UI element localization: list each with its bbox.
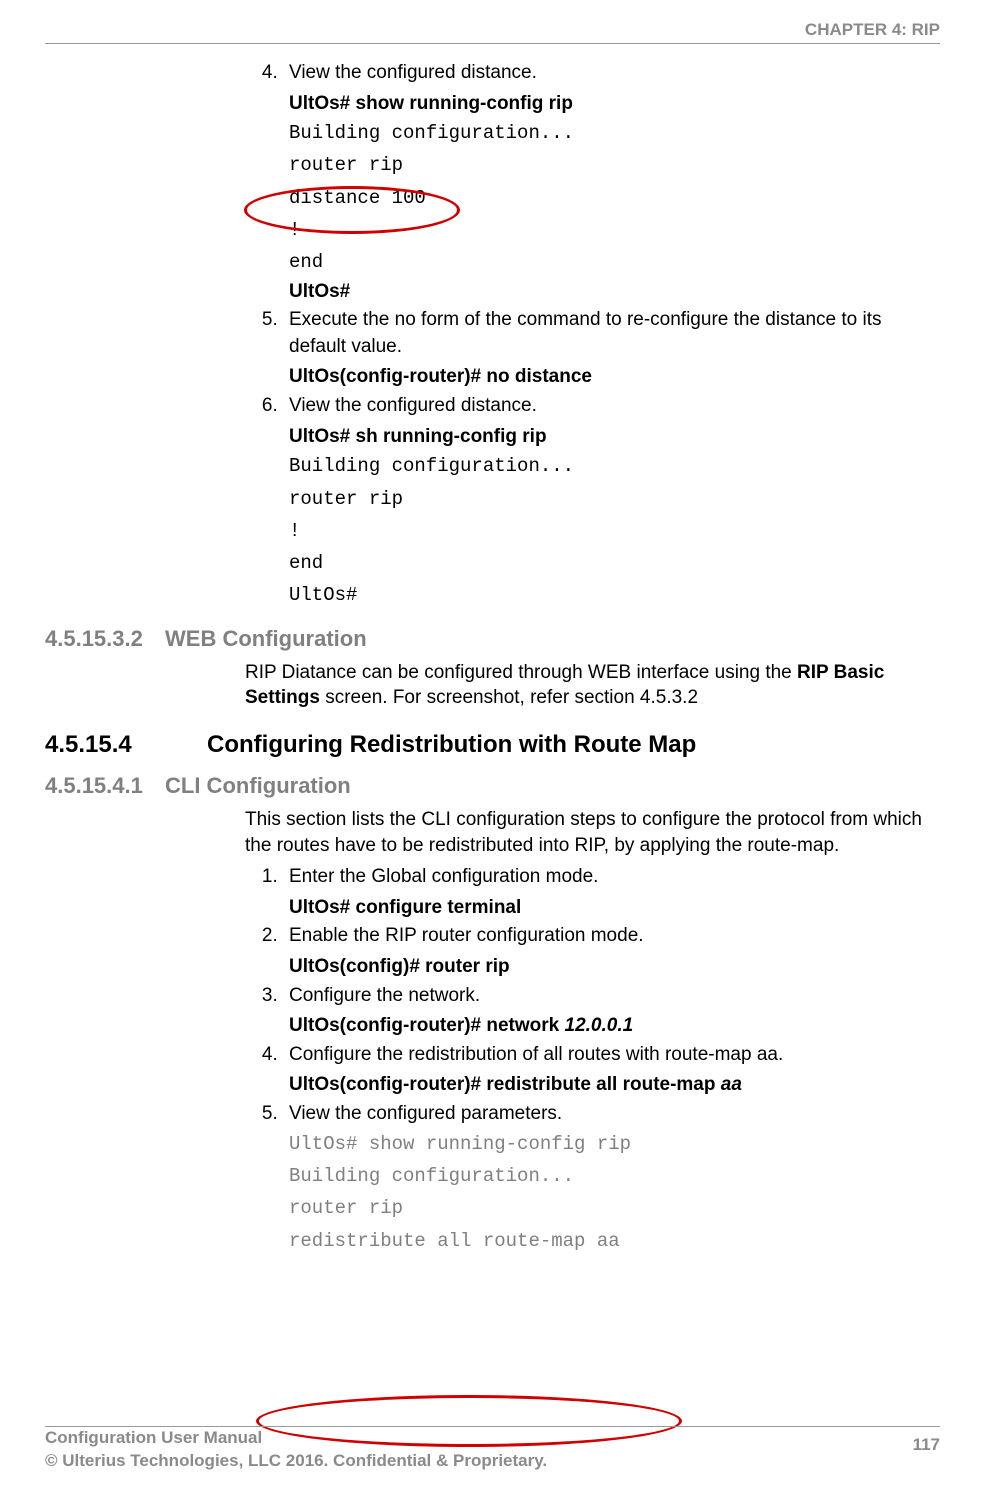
cli-output: Building configuration...	[289, 117, 940, 149]
cli-command: UltOs(config-router)# no distance	[289, 364, 940, 391]
cli-command: UltOs(config-router)# redistribute all r…	[289, 1072, 940, 1099]
cli-command: UltOs# sh running-config rip	[289, 424, 940, 451]
cli-prompt: UltOs#	[289, 279, 940, 306]
step-text: View the configured distance.	[289, 395, 537, 416]
cli-output: UltOs#	[289, 579, 940, 611]
header-divider	[45, 43, 940, 44]
section-a-steps: View the configured distance. UltOs# sho…	[245, 60, 940, 612]
cli-output: end	[289, 246, 940, 278]
cli-output: Building configuration...	[289, 450, 940, 482]
heading-cli-config: 4.5.15.4.1 CLI Configuration	[45, 773, 940, 799]
page-content: View the configured distance. UltOs# sho…	[45, 60, 940, 1259]
heading-title: CLI Configuration	[165, 773, 351, 799]
step-6: View the configured distance. UltOs# sh …	[283, 393, 940, 612]
step-text: Configure the network.	[289, 985, 480, 1006]
step-text: View the configured parameters.	[289, 1103, 562, 1124]
step-1: Enter the Global configuration mode. Ult…	[283, 864, 940, 921]
step-4: View the configured distance. UltOs# sho…	[283, 60, 940, 305]
cli-command: UltOs# show running-config rip	[289, 91, 940, 118]
step-text: Execute the no form of the command to re…	[289, 309, 881, 357]
paragraph-cli-intro: This section lists the CLI configuration…	[245, 807, 940, 858]
page-number: 117	[913, 1435, 940, 1455]
step-3: Configure the network. UltOs(config-rout…	[283, 983, 940, 1040]
cli-output: router rip	[289, 1192, 940, 1224]
step-text: View the configured distance.	[289, 62, 537, 83]
text: screen. For screenshot, refer section 4.…	[320, 687, 698, 708]
step-text: Configure the redistribution of all rout…	[289, 1044, 783, 1065]
step-2: Enable the RIP router configuration mode…	[283, 923, 940, 980]
document-page: CHAPTER 4: RIP View the configured dista…	[0, 0, 985, 1495]
cli-output: Building configuration...	[289, 1160, 940, 1192]
footer-left: Configuration User Manual © Ulterius Tec…	[45, 1427, 547, 1473]
step-4: Configure the redistribution of all rout…	[283, 1042, 940, 1099]
cli-output: !	[289, 515, 940, 547]
heading-number: 4.5.15.3.2	[45, 626, 165, 652]
step-text: Enter the Global configuration mode.	[289, 866, 598, 887]
heading-number: 4.5.15.4	[45, 731, 207, 759]
cli-output: !	[289, 214, 940, 246]
heading-title: WEB Configuration	[165, 626, 367, 652]
step-text: Enable the RIP router configuration mode…	[289, 925, 644, 946]
cli-output-highlighted: distance 100	[289, 182, 940, 214]
cli-output-highlighted: redistribute all route-map aa	[289, 1225, 940, 1257]
step-5: Execute the no form of the command to re…	[283, 307, 940, 391]
heading-redistribution: 4.5.15.4 Configuring Redistribution with…	[45, 731, 940, 759]
text: RIP Diatance can be configured through W…	[245, 662, 797, 683]
cli-output: router rip	[289, 149, 940, 181]
heading-web-config: 4.5.15.3.2 WEB Configuration	[45, 626, 940, 652]
cli-arg: aa	[721, 1074, 742, 1095]
cli-output: end	[289, 547, 940, 579]
footer-copyright: © Ulterius Technologies, LLC 2016. Confi…	[45, 1450, 547, 1473]
step-5: View the configured parameters. UltOs# s…	[283, 1101, 940, 1257]
cli-output: UltOs# show running-config rip	[289, 1128, 940, 1160]
cli-command: UltOs(config-router)# network 12.0.0.1	[289, 1013, 940, 1040]
section-b-steps: Enter the Global configuration mode. Ult…	[245, 864, 940, 1257]
cli-command: UltOs(config)# router rip	[289, 954, 940, 981]
heading-number: 4.5.15.4.1	[45, 773, 165, 799]
cli-command: UltOs# configure terminal	[289, 895, 940, 922]
chapter-header: CHAPTER 4: RIP	[805, 20, 940, 40]
cli-output: router rip	[289, 483, 940, 515]
paragraph-web-config: RIP Diatance can be configured through W…	[245, 660, 940, 711]
cli-arg: 12.0.0.1	[565, 1015, 634, 1036]
heading-title: Configuring Redistribution with Route Ma…	[207, 731, 696, 759]
footer-title: Configuration User Manual	[45, 1427, 547, 1450]
